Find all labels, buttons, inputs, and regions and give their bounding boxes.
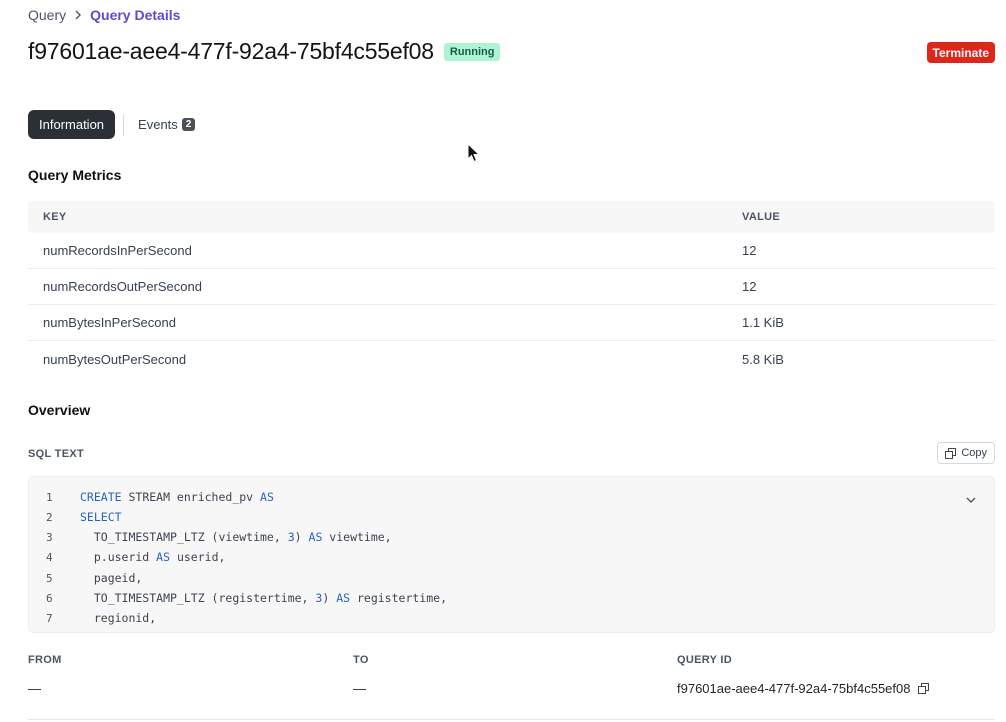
breadcrumb-current: Query Details bbox=[90, 7, 181, 23]
events-count-badge: 2 bbox=[181, 118, 196, 131]
metric-key: numBytesInPerSecond bbox=[43, 315, 176, 330]
to-value: — bbox=[353, 681, 366, 696]
tab-events[interactable]: Events 2 bbox=[138, 110, 196, 139]
header-key: KEY bbox=[43, 211, 67, 223]
code-line: 5 pageid, bbox=[29, 568, 142, 588]
metric-value: 5.8 KiB bbox=[742, 351, 784, 367]
line-number: 5 bbox=[46, 571, 53, 585]
line-number: 6 bbox=[46, 591, 53, 605]
copy-sql-button[interactable]: Copy bbox=[937, 442, 995, 464]
from-value: — bbox=[28, 681, 41, 696]
line-number: 1 bbox=[46, 490, 53, 504]
terminate-button[interactable]: Terminate bbox=[926, 42, 995, 63]
code-text: p.userid AS userid, bbox=[80, 550, 226, 564]
code-text: regionid, bbox=[80, 611, 157, 625]
table-row: numRecordsOutPerSecond 12 bbox=[28, 269, 995, 305]
copy-icon[interactable] bbox=[918, 683, 930, 694]
query-id-value: f97601ae-aee4-477f-92a4-75bf4c55ef08 bbox=[677, 681, 911, 696]
sql-text-label: SQL TEXT bbox=[28, 448, 84, 460]
breadcrumb: Query Query Details bbox=[28, 6, 180, 24]
code-text: SELECT bbox=[80, 510, 122, 524]
metric-key: numRecordsOutPerSecond bbox=[43, 279, 202, 294]
line-number: 7 bbox=[46, 611, 53, 625]
metrics-section-title: Query Metrics bbox=[28, 167, 122, 183]
from-label: FROM bbox=[28, 654, 62, 666]
query-id-field: f97601ae-aee4-477f-92a4-75bf4c55ef08 bbox=[677, 681, 930, 696]
chevron-right-icon bbox=[74, 10, 82, 20]
divider bbox=[28, 719, 995, 720]
metric-value: 12 bbox=[742, 279, 757, 294]
line-number: 3 bbox=[46, 530, 53, 544]
code-line: 2 SELECT bbox=[29, 507, 122, 527]
query-id-label: QUERY ID bbox=[677, 654, 732, 666]
table-row: numBytesInPerSecond 1.1 KiB bbox=[28, 305, 995, 341]
code-line: 1 CREATE STREAM enriched_pv AS bbox=[29, 487, 274, 507]
breadcrumb-query-link[interactable]: Query bbox=[28, 7, 66, 23]
code-text: TO_TIMESTAMP_LTZ (registertime, 3) AS re… bbox=[80, 591, 447, 605]
tabs: Information Events 2 bbox=[28, 110, 196, 139]
chevron-down-icon[interactable] bbox=[966, 491, 976, 509]
tab-divider bbox=[123, 113, 125, 136]
metric-key: numBytesOutPerSecond bbox=[43, 351, 187, 367]
line-number: 4 bbox=[46, 550, 53, 564]
title-row: f97601ae-aee4-477f-92a4-75bf4c55ef08 Run… bbox=[28, 38, 501, 65]
line-number: 2 bbox=[46, 510, 53, 524]
mouse-cursor-icon bbox=[467, 142, 481, 168]
status-badge: Running bbox=[443, 42, 501, 61]
sql-code-block[interactable]: 1 CREATE STREAM enriched_pv AS 2 SELECT … bbox=[28, 476, 995, 633]
code-line: 7 regionid, bbox=[29, 608, 156, 628]
metric-key: numRecordsInPerSecond bbox=[43, 243, 192, 258]
code-text: TO_TIMESTAMP_LTZ (viewtime, 3) AS viewti… bbox=[80, 530, 392, 544]
code-line: 4 p.userid AS userid, bbox=[29, 547, 225, 567]
table-row: numBytesOutPerSecond 5.8 KiB bbox=[28, 341, 995, 377]
metric-value: 12 bbox=[742, 243, 757, 258]
table-row: numRecordsInPerSecond 12 bbox=[28, 233, 995, 269]
code-text: CREATE STREAM enriched_pv AS bbox=[80, 490, 274, 504]
tab-information[interactable]: Information bbox=[28, 110, 116, 139]
code-text: pageid, bbox=[80, 571, 143, 585]
copy-label: Copy bbox=[961, 447, 987, 459]
header-value: VALUE bbox=[742, 211, 780, 223]
code-line: 6 TO_TIMESTAMP_LTZ (registertime, 3) AS … bbox=[29, 588, 447, 608]
code-line: 3 TO_TIMESTAMP_LTZ (viewtime, 3) AS view… bbox=[29, 527, 392, 547]
metrics-table-header: KEY VALUE bbox=[28, 201, 995, 233]
tab-events-label: Events bbox=[138, 117, 178, 132]
metrics-table: KEY VALUE numRecordsInPerSecond 12 numRe… bbox=[28, 201, 995, 377]
copy-icon bbox=[945, 447, 957, 459]
to-label: TO bbox=[353, 654, 369, 666]
page-title: f97601ae-aee4-477f-92a4-75bf4c55ef08 bbox=[28, 38, 434, 64]
overview-section-title: Overview bbox=[28, 402, 91, 418]
metric-value: 1.1 KiB bbox=[742, 315, 784, 330]
